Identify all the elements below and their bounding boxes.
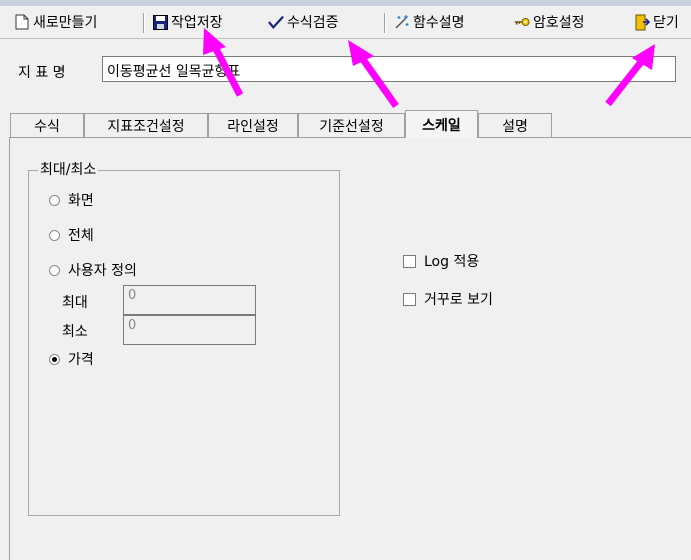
radio-user-defined[interactable]: 사용자 정의 — [49, 260, 137, 280]
new-document-icon — [14, 14, 30, 30]
toolbar-separator — [143, 13, 145, 33]
radio-circle — [49, 194, 60, 206]
toolbar-separator — [384, 13, 386, 33]
password-button[interactable]: 암호설정 — [514, 11, 585, 33]
exit-door-icon — [634, 14, 650, 30]
tab-formula[interactable]: 수식 — [10, 113, 84, 137]
tab-baseline-settings[interactable]: 기준선설정 — [298, 113, 405, 137]
checkbox-box — [403, 254, 416, 268]
radio-screen[interactable]: 화면 — [49, 190, 94, 210]
key-icon — [514, 14, 530, 30]
tab-description[interactable]: 설명 — [478, 113, 552, 137]
radio-price[interactable]: 가격 — [49, 349, 94, 369]
tab-line-settings[interactable]: 라인설정 — [208, 113, 298, 137]
max-label: 최대 — [62, 295, 88, 311]
reverse-view-checkbox[interactable]: 거꾸로 보기 — [403, 289, 493, 309]
function-help-button[interactable]: 함수설명 — [394, 11, 465, 33]
new-button[interactable]: 새로만들기 — [14, 11, 97, 33]
save-disk-icon — [152, 14, 168, 30]
close-button[interactable]: 닫기 — [634, 11, 679, 33]
verify-formula-button[interactable]: 수식검증 — [268, 11, 339, 33]
radio-circle-selected — [49, 353, 60, 365]
toolbar: 새로만들기 작업저장 수식검증 함수설명 암호설정 닫기 — [0, 6, 691, 39]
log-checkbox[interactable]: Log 적용 — [403, 251, 479, 271]
radio-circle — [49, 264, 60, 276]
indicator-name-field[interactable]: 이동평균선 일목균형표 — [102, 56, 676, 82]
max-min-group-title: 최대/최소 — [38, 159, 99, 179]
max-value-field[interactable]: 0 — [123, 285, 256, 315]
checkmark-icon — [268, 14, 284, 30]
sparkle-wand-icon — [394, 14, 410, 30]
save-button[interactable]: 작업저장 — [152, 11, 223, 33]
radio-all[interactable]: 전체 — [49, 225, 94, 245]
radio-circle — [49, 229, 60, 241]
min-label: 최소 — [62, 324, 88, 340]
tab-scale[interactable]: 스케일 — [405, 110, 478, 138]
tab-condition-settings[interactable]: 지표조건설정 — [84, 113, 208, 137]
checkbox-box — [403, 292, 416, 306]
min-value-field[interactable]: 0 — [123, 315, 256, 345]
indicator-name-label: 지 표 명 — [18, 65, 66, 81]
